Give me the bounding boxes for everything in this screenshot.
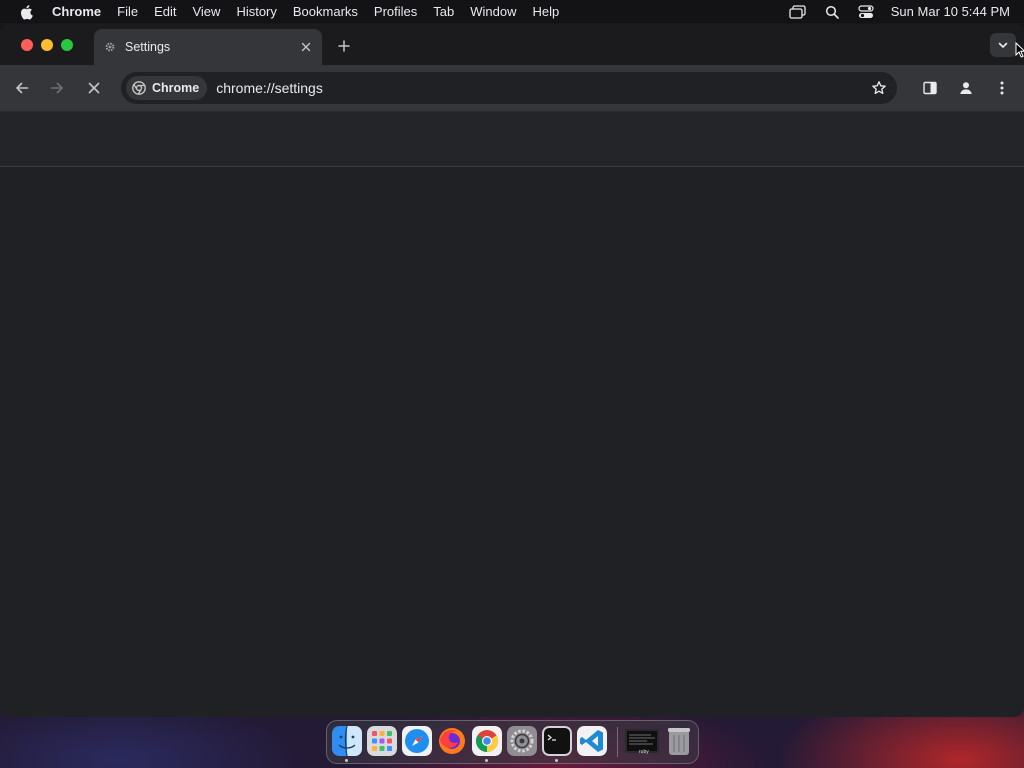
finder-icon[interactable] (332, 726, 362, 756)
browser-menu-button[interactable] (990, 76, 1014, 100)
minimized-window-label: ruby (639, 749, 649, 755)
menu-file[interactable]: File (109, 0, 146, 23)
site-info-chip[interactable]: Chrome (126, 76, 208, 100)
dock (326, 720, 699, 764)
gear-icon (103, 40, 117, 54)
safari-icon[interactable] (402, 726, 432, 756)
launchpad-icon[interactable] (367, 726, 397, 756)
menu-profiles[interactable]: Profiles (366, 0, 425, 23)
tab-close-icon[interactable] (296, 37, 316, 57)
dock-separator (617, 727, 618, 757)
dock-running-indicator (345, 759, 348, 762)
dock-running-indicator (555, 759, 558, 762)
tab-strip: Settings (0, 24, 1024, 65)
mouse-cursor-icon (1015, 42, 1024, 58)
side-panel-button[interactable] (918, 76, 942, 100)
apple-menu-icon[interactable] (0, 0, 52, 23)
menu-help[interactable]: Help (525, 0, 568, 23)
menu-bookmarks[interactable]: Bookmarks (285, 0, 366, 23)
chevron-down-icon (998, 42, 1008, 48)
side-panel-icon (923, 81, 937, 95)
new-tab-button[interactable] (333, 35, 355, 57)
more-vert-icon (1000, 81, 1004, 95)
menu-history[interactable]: History (228, 0, 284, 23)
menu-app-name[interactable]: Chrome (52, 0, 109, 23)
chrome-icon[interactable] (472, 726, 502, 756)
address-bar[interactable]: Chrome chrome://settings (121, 72, 897, 104)
dock-running-indicator (485, 759, 488, 762)
back-button[interactable] (10, 76, 34, 100)
bookmark-star-icon[interactable] (867, 76, 891, 100)
tab-title: Settings (125, 40, 171, 54)
menu-view[interactable]: View (184, 0, 228, 23)
forward-button[interactable] (45, 76, 69, 100)
tab-search-button[interactable] (990, 33, 1016, 57)
menu-bar: Chrome File Edit View History Bookmarks … (0, 0, 1024, 23)
close-window-button[interactable] (21, 39, 33, 51)
menubar-clock[interactable]: Sun Mar 10 5:44 PM (891, 4, 1010, 19)
browser-window: Settings Chrome chrome://settings (0, 24, 1024, 717)
browser-toolbar: Chrome chrome://settings (0, 65, 1024, 112)
stop-loading-button[interactable] (82, 76, 106, 100)
page-content (0, 112, 1024, 717)
profile-button[interactable] (954, 76, 978, 100)
tab-settings[interactable]: Settings (94, 29, 322, 65)
fullscreen-window-button[interactable] (61, 39, 73, 51)
site-info-label: Chrome (152, 81, 200, 95)
profile-avatar-icon (960, 82, 972, 94)
settings-header-bar (0, 112, 1024, 167)
system-settings-icon[interactable] (507, 726, 537, 756)
screen-mirroring-icon[interactable] (785, 0, 811, 23)
chrome-logo-icon (132, 81, 146, 95)
close-icon (88, 82, 100, 94)
menu-tab[interactable]: Tab (425, 0, 462, 23)
arrow-left-icon (16, 82, 29, 94)
url-text[interactable]: chrome://settings (216, 80, 867, 96)
minimize-window-button[interactable] (41, 39, 53, 51)
firefox-icon[interactable] (437, 726, 467, 756)
terminal-icon[interactable] (542, 726, 572, 756)
arrow-right-icon (50, 82, 63, 94)
control-center-icon[interactable] (853, 0, 879, 23)
vscode-icon[interactable] (577, 726, 607, 756)
spotlight-search-icon[interactable] (819, 0, 845, 23)
trash-icon[interactable] (664, 726, 694, 756)
menu-window[interactable]: Window (462, 0, 524, 23)
menu-edit[interactable]: Edit (146, 0, 184, 23)
